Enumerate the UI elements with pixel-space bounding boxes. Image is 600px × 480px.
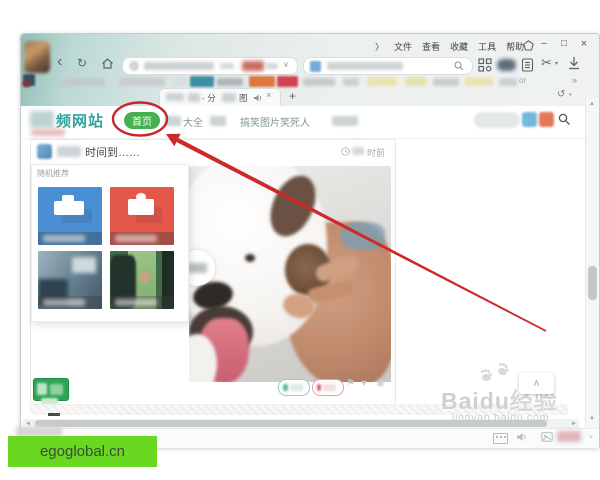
paw-icon: [497, 366, 508, 377]
baidu-brand-text: Baidu: [441, 388, 510, 414]
paw-icon: [481, 370, 491, 381]
baidu-url-text: jingyan.baidu.com: [452, 412, 550, 424]
screenshot-canvas: 〉 文件 查看 收藏 工具 帮助 – □ × ‹ ↻ ∨ ✂ ▾ or » - …: [0, 0, 600, 480]
annotation-arrow-shaft: [176, 138, 547, 332]
back-to-top-button[interactable]: ∧: [519, 373, 554, 394]
baidu-watermark: Baidu经验 jingyan.baidu.com: [430, 362, 600, 428]
egoglobal-text: egoglobal.cn: [39, 443, 126, 460]
annotation-circle: [111, 101, 169, 137]
egoglobal-watermark: egoglobal.cn: [8, 436, 157, 467]
chevron-up-icon: ∧: [532, 378, 541, 389]
